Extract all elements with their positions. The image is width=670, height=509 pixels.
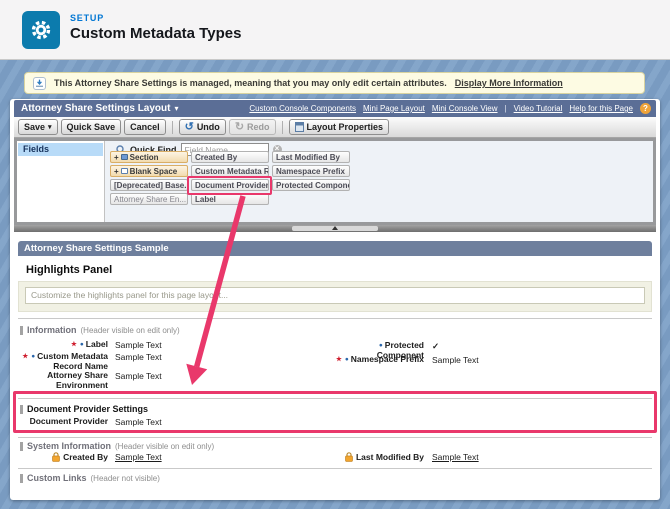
document-provider-section-header: Document Provider Settings (20, 404, 148, 414)
field-value: Sample Text (115, 340, 162, 350)
help-for-this-page-link[interactable]: Help for this Page (569, 104, 633, 113)
field-value: Sample Text (115, 417, 162, 427)
system-information-section-header: System Information (Header visible on ed… (20, 441, 214, 451)
section-divider (18, 437, 652, 438)
checkbox-checked-icon: ✓ (432, 341, 439, 352)
palette-item-section[interactable]: + Section (110, 151, 188, 163)
collapse-arrow-icon (332, 226, 338, 230)
section-divider (18, 318, 652, 319)
toolbar-divider (282, 121, 283, 134)
setup-gear-tile (22, 11, 60, 49)
field-value: Sample Text (115, 371, 162, 381)
field-value-link[interactable]: Sample Text (432, 452, 479, 462)
banner-text: This Attorney Share Settings is managed,… (54, 78, 447, 88)
field-dot-icon: ● (345, 356, 349, 363)
custom-console-components-link[interactable]: Custom Console Components (249, 104, 356, 113)
chevron-down-icon[interactable]: ▾ (174, 104, 178, 113)
highlights-panel-title: Highlights Panel (26, 264, 112, 276)
field-value-link[interactable]: Sample Text (115, 452, 162, 462)
palette-item-blank-space[interactable]: + Blank Space (110, 165, 188, 177)
cancel-button[interactable]: Cancel (124, 119, 166, 135)
field-dot-icon: ● (31, 353, 35, 360)
palette-item-created-by[interactable]: Created By (191, 151, 269, 163)
palette-item-deprecated-base[interactable]: [Deprecated] Base... (110, 179, 188, 191)
palette-item-namespace-prefix[interactable]: Namespace Prefix (272, 165, 350, 177)
redo-button[interactable]: ↻ Redo (229, 119, 276, 135)
custom-links-section-header: Custom Links (Header not visible) (20, 473, 160, 483)
section-bar-icon (20, 405, 23, 414)
palette-item-protected-component[interactable]: Protected Component (272, 179, 350, 191)
lock-icon (345, 452, 353, 462)
app-header: SETUP Custom Metadata Types (0, 0, 670, 60)
blank-space-icon (121, 168, 128, 174)
layout-properties-button[interactable]: Layout Properties (289, 119, 390, 135)
palette-item-last-modified-by[interactable]: Last Modified By (272, 151, 350, 163)
palette-item-document-provider[interactable]: Document Provider (191, 179, 269, 191)
palette-sidebar: Fields (17, 141, 105, 222)
section-divider (18, 468, 652, 469)
required-icon: ★ (71, 341, 77, 348)
field-value: Sample Text (432, 355, 479, 365)
layout-bar-links: Custom Console Components Mini Page Layo… (249, 103, 656, 114)
sample-section-bar: Attorney Share Settings Sample (18, 241, 652, 256)
save-dropdown-caret-icon[interactable]: ▾ (48, 123, 52, 131)
required-icon: ★ (22, 353, 28, 360)
information-section-header: Information (Header visible on edit only… (20, 325, 180, 335)
palette-item-attorney-share-environment[interactable]: Attorney Share En... (110, 193, 188, 205)
help-icon[interactable]: ? (640, 103, 651, 114)
section-icon (121, 154, 128, 160)
save-button[interactable]: Save ▾ (18, 119, 58, 135)
editor-toolbar: Save ▾ Quick Save Cancel ↺ Undo ↻ Redo L… (14, 117, 656, 138)
palette-item-custom-metadata-record-name[interactable]: Custom Metadata R... (191, 165, 269, 177)
plus-icon: + (114, 167, 119, 176)
layout-title-dropdown[interactable]: Attorney Share Settings Layout (14, 103, 170, 114)
toolbar-divider (172, 121, 173, 134)
mini-console-view-link[interactable]: Mini Console View (432, 104, 498, 113)
package-icon (33, 77, 46, 90)
links-separator: | (505, 104, 507, 113)
redo-icon: ↻ (235, 123, 244, 132)
palette-category-fields[interactable]: Fields (18, 143, 103, 156)
banner-more-info-link[interactable]: Display More Information (455, 78, 563, 88)
field-dot-icon: ● (80, 341, 84, 348)
section-bar-icon (20, 474, 23, 483)
required-icon: ★ (336, 356, 342, 363)
highlights-panel-placeholder: Customize the highlights panel for this … (25, 287, 645, 304)
layout-properties-icon (295, 122, 304, 132)
managed-package-banner: This Attorney Share Settings is managed,… (24, 72, 645, 94)
setup-page: SETUP Custom Metadata Types This Attorne… (0, 0, 670, 509)
mini-page-layout-link[interactable]: Mini Page Layout (363, 104, 425, 113)
video-tutorial-link[interactable]: Video Tutorial (514, 104, 563, 113)
field-dot-icon: ● (379, 342, 383, 349)
splitter-collapse-handle[interactable] (292, 226, 378, 231)
field-value: Sample Text (115, 352, 162, 362)
section-bar-icon (20, 442, 23, 451)
section-divider (18, 398, 652, 399)
undo-button[interactable]: ↺ Undo (179, 119, 226, 135)
gear-icon (29, 18, 53, 42)
plus-icon: + (114, 153, 119, 162)
setup-eyebrow: SETUP (70, 13, 104, 23)
lock-icon (52, 452, 60, 462)
field-palette: Fields Quick Find × + Section Created By… (14, 138, 656, 225)
highlights-panel[interactable]: Customize the highlights panel for this … (18, 281, 652, 312)
quick-save-button[interactable]: Quick Save (61, 119, 122, 135)
palette-splitter (14, 225, 656, 232)
palette-field-grid: + Section Created By Last Modified By + … (110, 151, 350, 205)
section-bar-icon (20, 326, 23, 335)
layout-title-bar: Attorney Share Settings Layout ▾ Custom … (14, 100, 656, 117)
undo-icon: ↺ (185, 123, 194, 132)
palette-item-label[interactable]: Label (191, 193, 269, 205)
page-title: Custom Metadata Types (70, 25, 241, 42)
